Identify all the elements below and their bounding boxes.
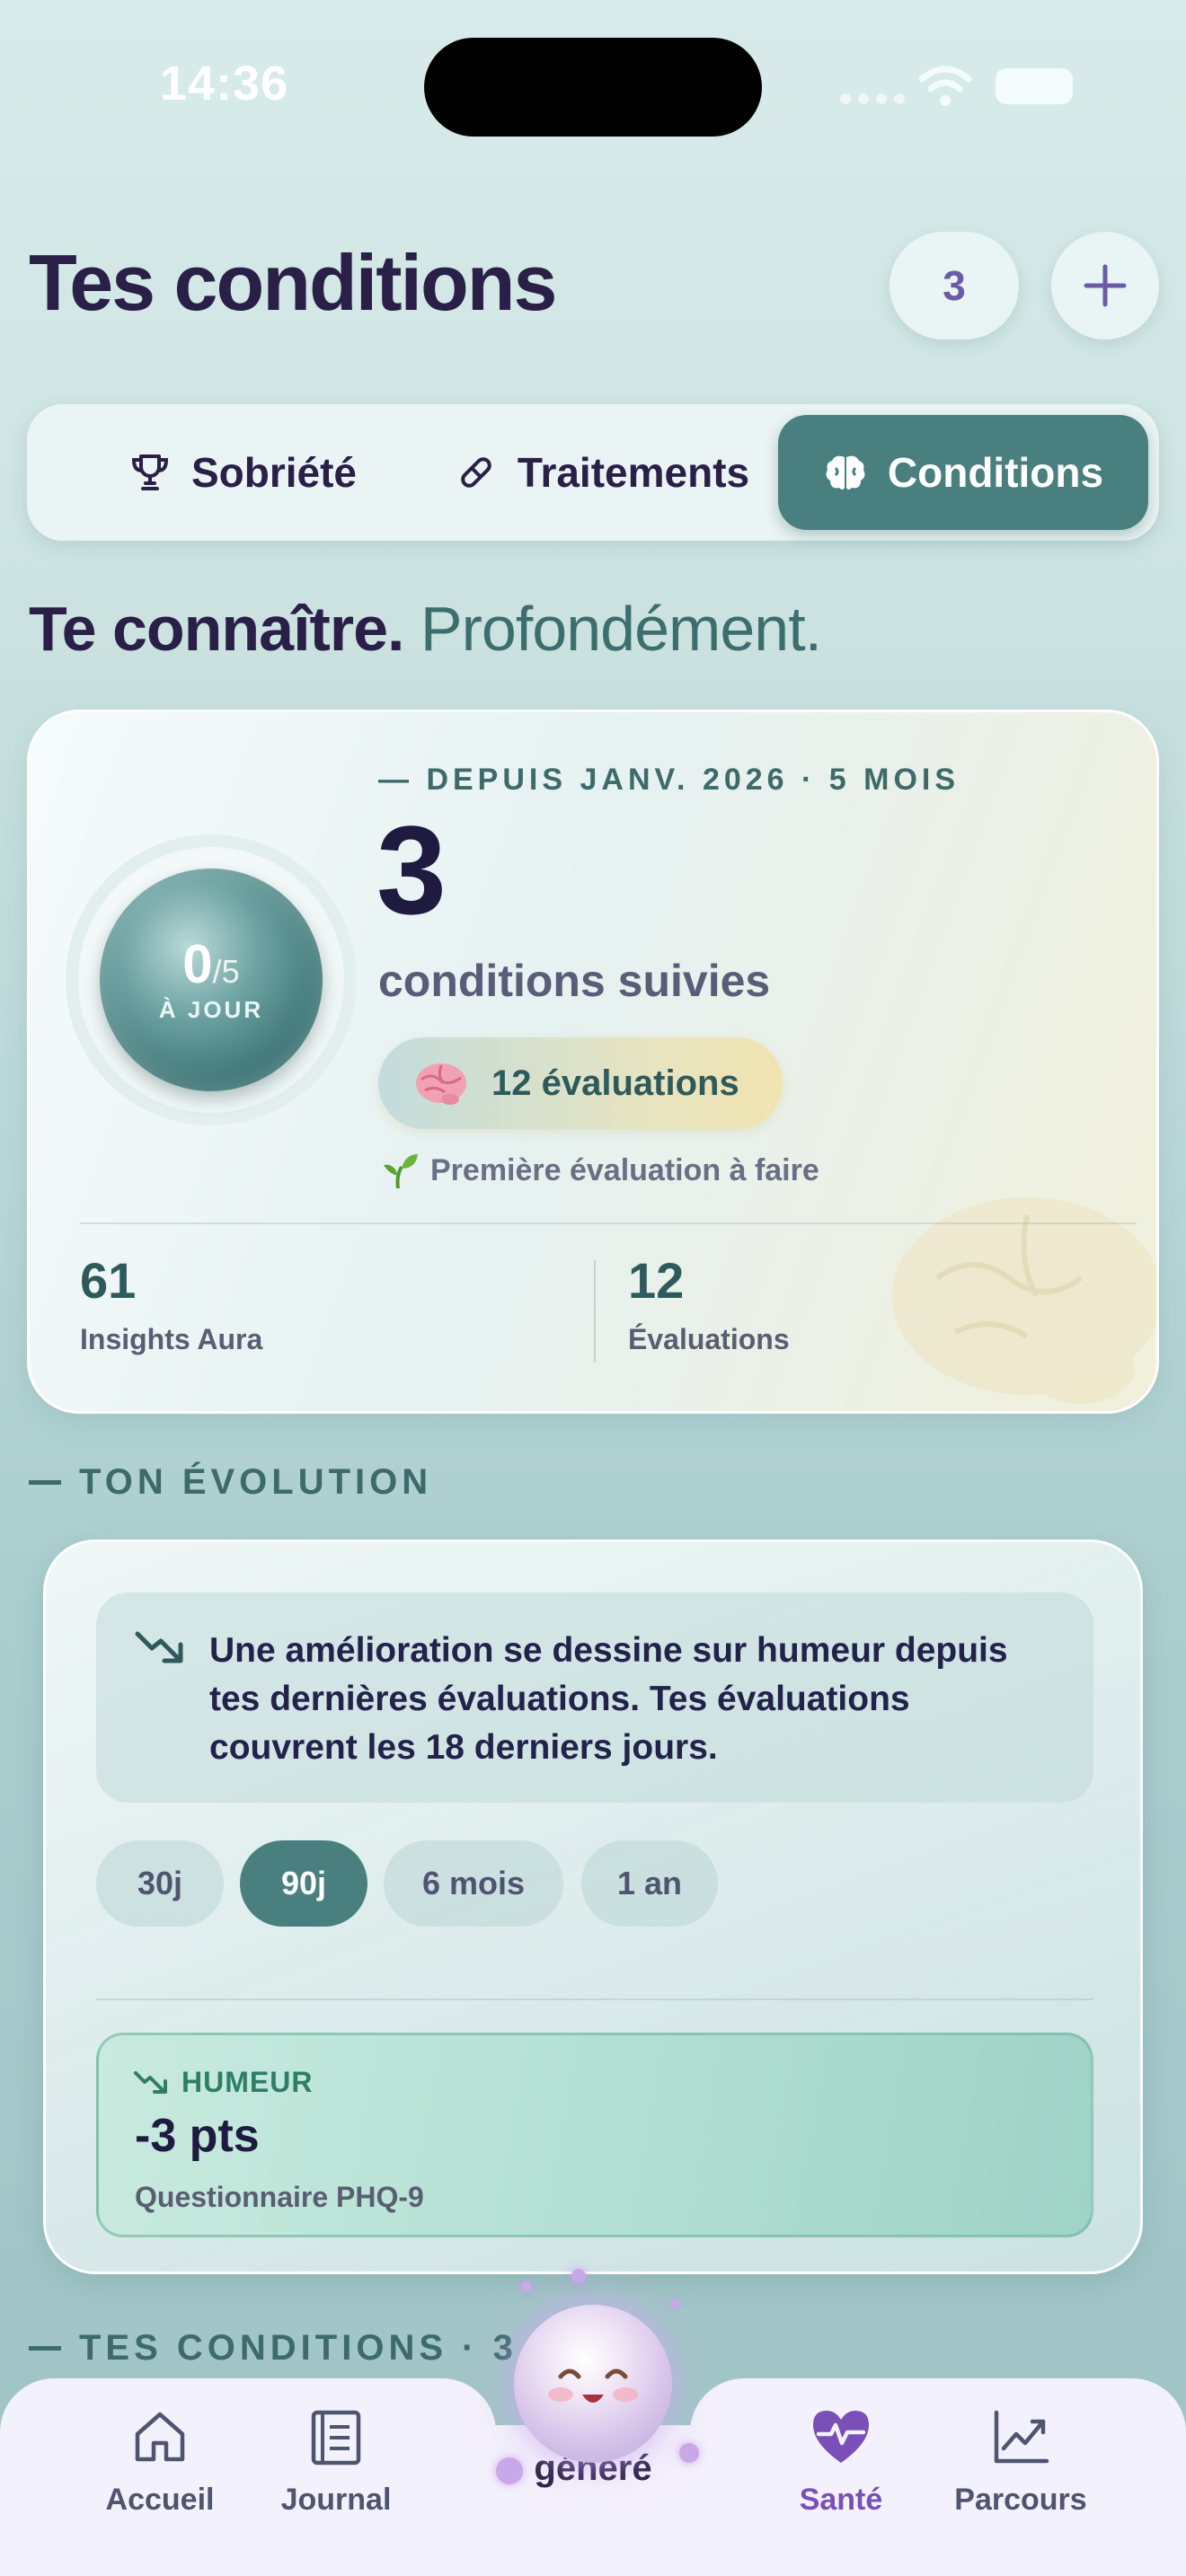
nav-sante[interactable]: Santé <box>751 2407 931 2518</box>
brain-decoration-icon <box>892 1197 1156 1404</box>
card-divider <box>80 1222 1137 1224</box>
tab-traitements-label: Traitements <box>517 449 750 496</box>
first-evaluation-hint: Première évaluation à faire <box>380 1151 819 1190</box>
tagline-bold: Te connaître. <box>29 594 404 664</box>
status-time: 14:36 <box>160 57 289 110</box>
sparkle-decoration <box>496 2457 523 2484</box>
conditions-count-label: conditions suivies <box>378 956 771 1006</box>
evolution-divider <box>96 1998 1093 2000</box>
metric-tag: HUMEUR <box>133 2066 313 2099</box>
nav-parcours-label: Parcours <box>954 2483 1087 2517</box>
since-label: — DEPUIS JANV. 2026 · 5 MOIS <box>378 763 960 797</box>
heart-pulse-icon <box>813 2411 869 2463</box>
evolution-section-text: TON ÉVOLUTION <box>79 1462 433 1502</box>
evaluations-pill[interactable]: 12 évaluations <box>378 1037 783 1129</box>
add-condition-button[interactable] <box>1051 232 1159 340</box>
evaluations-value: 12 <box>628 1252 685 1309</box>
aura-avatar-button[interactable] <box>514 2305 672 2463</box>
insights-value: 61 <box>80 1252 137 1309</box>
nav-journal-label: Journal <box>280 2483 392 2517</box>
range-1an-button[interactable]: 1 an <box>581 1840 718 1927</box>
sparkle-decoration <box>571 2269 586 2283</box>
signal-icon <box>840 93 905 104</box>
evolution-card: Une amélioration se dessine sur humeur d… <box>43 1539 1143 2274</box>
insight-box: Une amélioration se dessine sur humeur d… <box>96 1592 1093 1803</box>
conditions-section-text: TES CONDITIONS · 3 <box>79 2328 518 2368</box>
nav-sante-label: Santé <box>799 2483 883 2517</box>
sparkle-decoration <box>670 2299 679 2308</box>
metric-tag-label: HUMEUR <box>181 2066 314 2098</box>
summary-card[interactable]: 0/5 À JOUR — DEPUIS JANV. 2026 · 5 MOIS … <box>27 710 1159 1414</box>
range-90j-button[interactable]: 90j <box>240 1840 367 1927</box>
tab-conditions[interactable]: Conditions <box>778 415 1148 530</box>
seedling-icon <box>384 1154 418 1189</box>
nav-journal[interactable]: Journal <box>246 2407 426 2518</box>
conditions-count-button[interactable]: 3 <box>890 232 1019 340</box>
plus-icon <box>1084 264 1127 307</box>
range-6mois-button[interactable]: 6 mois <box>384 1840 563 1927</box>
tab-sobriete[interactable]: Sobriété <box>81 415 404 530</box>
dynamic-island <box>424 38 762 137</box>
nav-accueil-label: Accueil <box>105 2483 215 2517</box>
nav-parcours[interactable]: Parcours <box>931 2407 1111 2518</box>
trend-down-icon <box>135 1631 183 1663</box>
insight-text: Une amélioration se dessine sur humeur d… <box>209 1631 1008 1767</box>
section-dash <box>29 1480 61 1485</box>
insights-label: Insights Aura <box>80 1323 263 1355</box>
first-evaluation-text: Première évaluation à faire <box>430 1152 819 1187</box>
section-dash <box>29 2346 61 2351</box>
metric-value: -3 pts <box>135 2110 260 2162</box>
journal-icon <box>311 2410 361 2466</box>
battery-icon <box>996 68 1073 104</box>
tab-sobriete-label: Sobriété <box>190 449 358 496</box>
sparkle-decoration <box>521 2281 532 2292</box>
evolution-section-label: TON ÉVOLUTION <box>29 1462 432 1503</box>
wifi-icon <box>918 66 972 106</box>
conditions-section-label: TES CONDITIONS · 3 <box>29 2328 518 2369</box>
sparkle-decoration <box>679 2443 699 2463</box>
chart-line-icon <box>994 2410 1049 2464</box>
ring-value: 0/5 <box>182 934 240 994</box>
stats-divider <box>594 1260 596 1363</box>
mood-metric-card[interactable]: HUMEUR -3 pts Questionnaire PHQ-9 <box>96 2033 1093 2237</box>
evaluations-label: Évaluations <box>628 1323 790 1355</box>
nav-accueil[interactable]: Accueil <box>70 2407 250 2518</box>
home-icon <box>135 2412 185 2462</box>
metric-source: Questionnaire PHQ-9 <box>135 2181 424 2213</box>
pill-icon <box>461 457 491 488</box>
trend-down-small-icon <box>134 2070 167 2094</box>
smiling-face-icon <box>548 2369 638 2403</box>
trophy-icon <box>131 454 168 490</box>
tab-traitements[interactable]: Traitements <box>422 415 782 530</box>
tagline: Te connaître. Profondément. <box>29 593 822 665</box>
tagline-light: Profondément. <box>420 594 822 664</box>
brain-icon <box>826 455 865 490</box>
conditions-count: 3 <box>376 799 447 940</box>
tab-conditions-label: Conditions <box>887 449 1104 496</box>
evaluations-pill-label: 12 évaluations <box>491 1063 739 1103</box>
page-title: Tes conditions <box>29 238 557 327</box>
segmented-control: Sobriété Traitements Conditions <box>27 404 1159 541</box>
ring-caption: À JOUR <box>158 996 264 1023</box>
range-30j-button[interactable]: 30j <box>96 1840 224 1927</box>
brain-emoji-icon <box>416 1063 466 1105</box>
